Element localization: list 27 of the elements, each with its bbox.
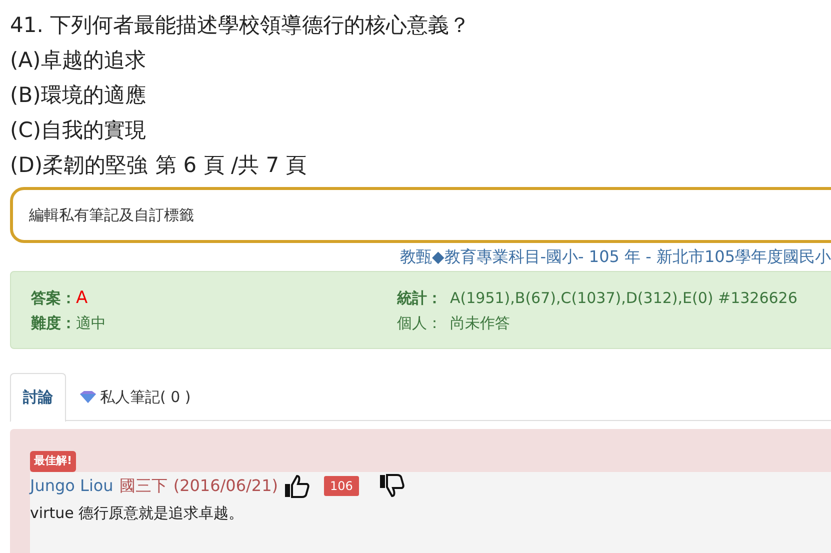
best-answer-badge: 最佳解! <box>30 451 76 472</box>
stats-value: A(1951),B(67),C(1037),D(312),E(0) #1326626 <box>450 288 798 309</box>
tab[interactable]: 私人筆記( 0 ) <box>66 373 203 421</box>
option-text: (B)環境的適應 <box>10 82 146 109</box>
difficulty-value: 適中 <box>76 313 106 334</box>
thumbs-down-icon[interactable] <box>378 474 405 498</box>
page-indicator: 第 6 頁 /共 7 頁 <box>156 152 307 179</box>
note-field[interactable]: 編輯私有筆記及自訂標籤 <box>10 187 831 243</box>
vote-count: 106 <box>324 476 359 496</box>
answer-value: A <box>76 287 88 310</box>
option-text: (C)自我的實現 <box>10 117 146 144</box>
option-text: (D)柔韌的堅強 <box>10 152 148 179</box>
post-date: (2016/06/21) <box>173 474 278 496</box>
author-grade: 國三下 <box>119 474 168 496</box>
gem-icon <box>78 391 98 403</box>
option-text: (A)卓越的追求 <box>10 47 146 74</box>
thumbs-up-icon[interactable] <box>284 474 310 498</box>
personal-label: 個人： <box>397 313 442 334</box>
comment-text: virtue 德行原意就是追求卓越。 <box>30 502 244 524</box>
author-link[interactable]: Jungo Liou <box>30 474 114 498</box>
answer-label: 答案： <box>31 288 76 309</box>
source-link[interactable]: 教甄◆教育專業科目-國小- 105 年 - 新北市105學年度國民小 <box>400 245 831 269</box>
stats-label: 統計： <box>397 288 442 309</box>
tab[interactable]: 討論 <box>10 373 66 422</box>
difficulty-label: 難度： <box>31 313 76 334</box>
personal-value: 尚未作答 <box>450 313 510 334</box>
question-text: 41. 下列何者最能描述學校領導德行的核心意義？ <box>10 12 470 39</box>
